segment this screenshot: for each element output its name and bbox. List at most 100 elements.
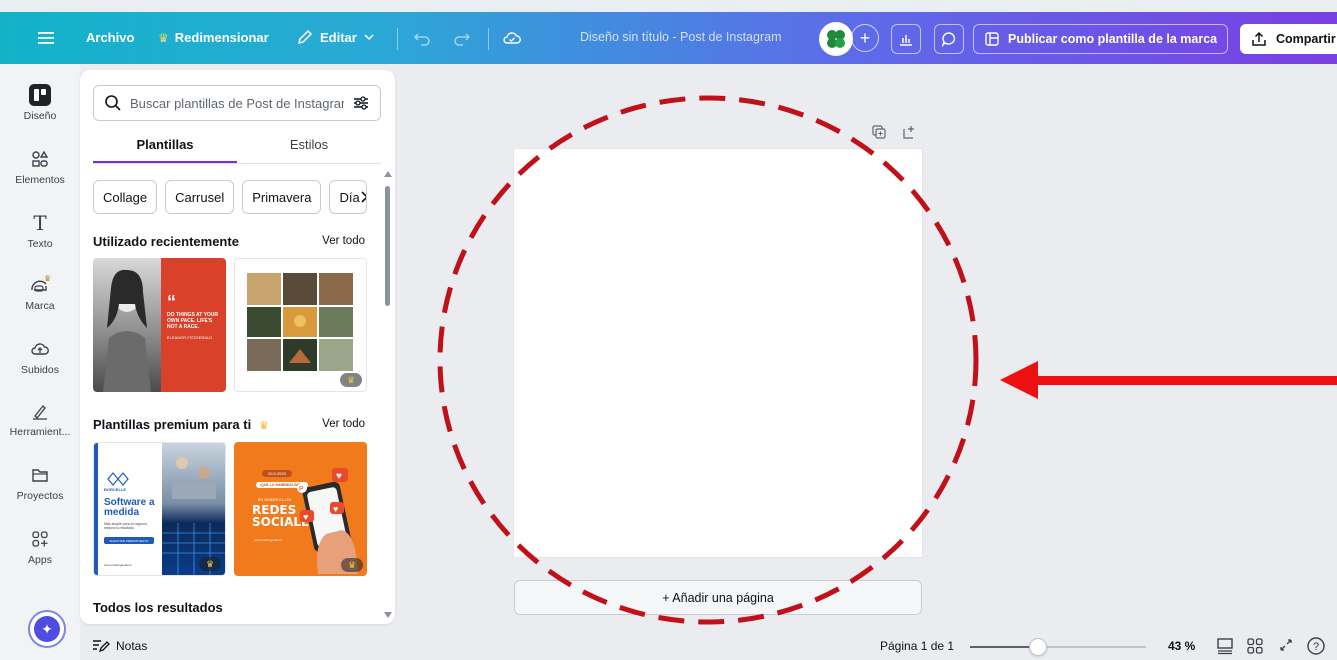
- template-thumbnail-collage[interactable]: ♛: [234, 258, 367, 392]
- scroll-thumb[interactable]: [385, 186, 390, 306]
- redo-button[interactable]: [452, 28, 472, 48]
- top-toolbar: Archivo ♛ Redimensionar Editar Diseño si…: [0, 0, 1337, 64]
- clover-icon: [827, 30, 845, 48]
- filter-sliders-icon[interactable]: [352, 94, 370, 112]
- rail-label: Subidos: [21, 364, 59, 376]
- all-results-title: Todos los resultados: [93, 600, 223, 615]
- rail-item-tools[interactable]: Herramient...: [0, 400, 80, 438]
- templates-panel: Buscar plantillas de Post de Instagram P…: [80, 70, 395, 624]
- zoom-level[interactable]: 43 %: [1168, 639, 1195, 653]
- share-button[interactable]: Compartir: [1240, 24, 1337, 54]
- publish-template-button[interactable]: Publicar como plantilla de la marca: [973, 24, 1229, 54]
- red-arrow-annotation: [1000, 361, 1337, 399]
- rail-label: Texto: [27, 238, 53, 250]
- accent-stripe: [94, 443, 98, 575]
- bar-chart-icon: [900, 35, 912, 46]
- template-thumbnail-quote[interactable]: “ DO THINGS AT YOUR OWN PACE. LIFE'S NOT…: [93, 258, 226, 392]
- fullscreen-icon[interactable]: [1278, 637, 1294, 656]
- notes-button[interactable]: Notas: [92, 639, 147, 653]
- insights-button[interactable]: [891, 24, 921, 54]
- zoom-slider[interactable]: [970, 638, 1146, 656]
- tab-templates[interactable]: Plantillas: [93, 132, 237, 163]
- text-icon: T: [33, 211, 47, 235]
- undo-button[interactable]: [412, 28, 432, 48]
- zoom-slider-knob[interactable]: [1029, 638, 1048, 656]
- comment-icon: [941, 32, 956, 47]
- resize-label: Redimensionar: [174, 30, 269, 45]
- rail-item-text[interactable]: T Texto: [0, 211, 80, 250]
- file-menu-button[interactable]: Archivo: [86, 30, 134, 45]
- template-icon: [985, 32, 999, 46]
- search-icon: [105, 95, 121, 111]
- rail-label: Herramient...: [9, 426, 71, 438]
- rail-item-elements[interactable]: Elementos: [0, 148, 80, 186]
- brand-icon: ♛: [29, 274, 51, 296]
- svg-text:♥: ♥: [303, 512, 308, 522]
- add-collaborator-button[interactable]: +: [851, 24, 879, 52]
- avatar[interactable]: [819, 22, 853, 56]
- chip-spring[interactable]: Primavera: [242, 180, 322, 214]
- redo-icon: [454, 33, 471, 46]
- premium-section-title: Plantillas premium para ti ♛: [93, 417, 269, 432]
- rail-label: Diseño: [23, 110, 57, 122]
- elements-icon: [29, 148, 51, 170]
- page-indicator[interactable]: Página 1 de 1: [880, 639, 954, 653]
- comments-button[interactable]: [934, 24, 964, 54]
- cloud-check-icon: [503, 32, 521, 44]
- premium-see-all-link[interactable]: Ver todo: [322, 418, 365, 430]
- rail-item-uploads[interactable]: Subidos: [0, 338, 80, 376]
- tab-styles[interactable]: Estilos: [237, 132, 381, 163]
- page-view-icon[interactable]: [1216, 637, 1234, 658]
- rail-item-apps[interactable]: Apps: [0, 528, 80, 566]
- tools-icon: [29, 400, 51, 422]
- quote-author: ELEANOR FITZGERALD: [167, 335, 213, 340]
- scroll-up-icon[interactable]: [384, 171, 392, 177]
- scroll-down-icon[interactable]: [384, 612, 392, 618]
- add-page-icon[interactable]: [902, 124, 918, 145]
- chip-collage[interactable]: Collage: [93, 180, 158, 214]
- template-thumbnail-software[interactable]: BORCELLE Software a medida Más simple pa…: [93, 442, 226, 576]
- notes-label: Notas: [116, 639, 148, 653]
- chip-day-label: Día: [339, 189, 360, 205]
- design-page[interactable]: [514, 149, 922, 557]
- pencil-icon: [297, 29, 313, 45]
- recent-see-all-link[interactable]: Ver todo: [322, 235, 365, 247]
- menu-icon[interactable]: [38, 31, 54, 45]
- apps-icon: [29, 528, 51, 550]
- magic-assistant-button[interactable]: ✦: [28, 610, 66, 648]
- svg-text:P: P: [299, 486, 304, 493]
- chip-day[interactable]: Día: [329, 180, 368, 214]
- rail-item-projects[interactable]: Proyectos: [0, 464, 80, 502]
- rail-label: Proyectos: [16, 490, 64, 502]
- document-title[interactable]: Diseño sin título - Post de Instagram: [580, 30, 781, 44]
- chevron-right-icon[interactable]: [360, 191, 368, 203]
- search-placeholder: Buscar plantillas de Post de Instagram: [130, 95, 344, 111]
- collage-photos: [247, 273, 353, 371]
- chip-carousel[interactable]: Carrusel: [165, 180, 235, 214]
- rail-item-brand[interactable]: ♛ Marca: [0, 274, 80, 312]
- edit-button[interactable]: Editar: [296, 28, 375, 46]
- toolbar-divider: [488, 28, 489, 50]
- grid-view-icon[interactable]: [1246, 637, 1264, 658]
- portrait-photo: [93, 258, 161, 392]
- svg-text:?: ?: [1313, 641, 1319, 653]
- software-url: www.unsitiogenial.es: [104, 563, 132, 567]
- design-icon: [29, 84, 51, 106]
- template-thumbnail-social[interactable]: 20.5.2025 ¡QUE LO HAREMOS BIEN! EN VENDE…: [234, 442, 367, 576]
- add-page-button[interactable]: + Añadir una página: [514, 580, 922, 615]
- publish-label: Publicar como plantilla de la marca: [1008, 32, 1218, 46]
- search-input[interactable]: Buscar plantillas de Post de Instagram: [93, 85, 381, 121]
- premium-crown-icon: ♛: [199, 557, 221, 571]
- recent-section-title: Utilizado recientemente: [93, 234, 239, 249]
- help-icon[interactable]: ?: [1306, 636, 1326, 659]
- rail-label: Apps: [28, 554, 52, 566]
- upload-icon: [29, 338, 51, 360]
- resize-button[interactable]: ♛ Redimensionar: [158, 30, 269, 45]
- panel-scrollbar[interactable]: [384, 171, 392, 618]
- brand-name: BORCELLE: [104, 487, 126, 492]
- rail-item-design[interactable]: Diseño: [0, 84, 80, 122]
- cloud-save-button[interactable]: [502, 28, 522, 48]
- crown-icon: ♛: [158, 30, 169, 45]
- duplicate-page-icon[interactable]: [871, 124, 887, 145]
- toolbar-divider: [397, 28, 398, 50]
